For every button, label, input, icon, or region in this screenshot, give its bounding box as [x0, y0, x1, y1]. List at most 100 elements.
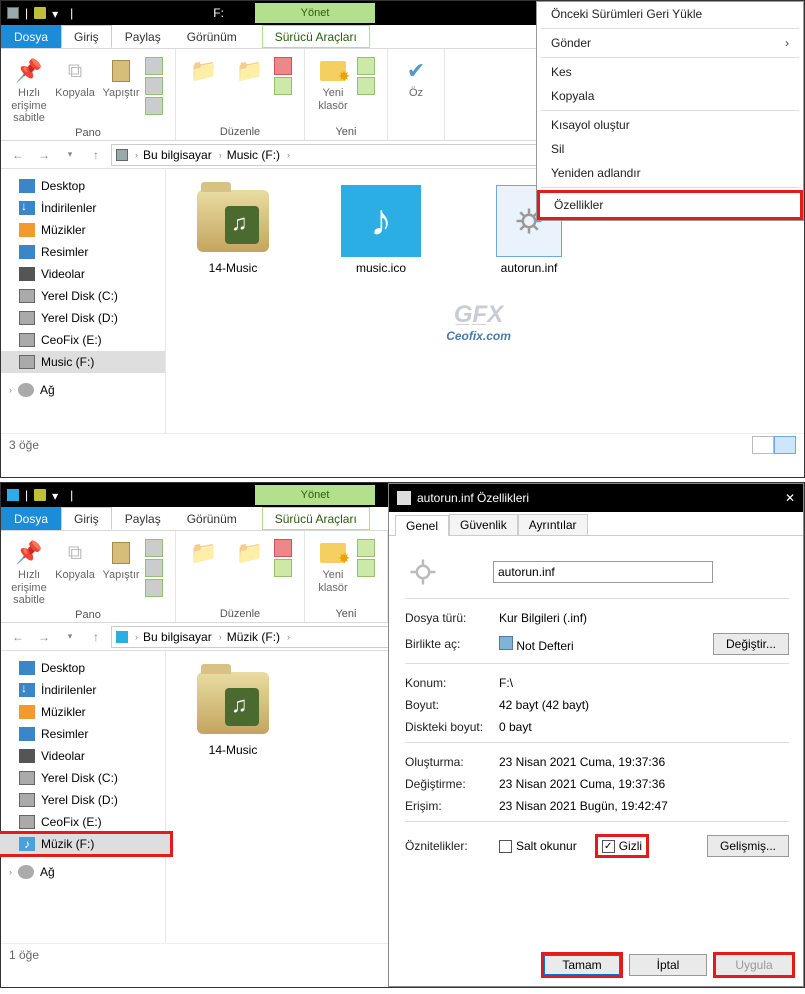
ctx-copy[interactable]: Kopyala: [537, 84, 803, 108]
tab-drive-tools[interactable]: Sürücü Araçları: [262, 507, 370, 530]
history-dropdown[interactable]: ▾: [59, 626, 81, 648]
file-folder-music[interactable]: 14-Music: [178, 185, 288, 275]
mini-icon-1[interactable]: [145, 57, 163, 75]
tab-home[interactable]: Giriş: [61, 507, 112, 530]
up-button[interactable]: ↑: [85, 144, 107, 166]
tab-drive-tools[interactable]: Sürücü Araçları: [262, 25, 370, 48]
copyto-button[interactable]: 📁: [228, 535, 272, 606]
delete-icon[interactable]: [274, 539, 292, 557]
close-button[interactable]: ✕: [785, 491, 795, 505]
checkbox-readonly[interactable]: [499, 840, 512, 853]
manage-tab-header[interactable]: Yönet: [255, 3, 375, 23]
tree-downloads[interactable]: ↓İndirilenler: [1, 197, 165, 219]
tree-music[interactable]: Müzikler: [1, 219, 165, 241]
checkbox-hidden[interactable]: ✓: [602, 840, 615, 853]
pin-button[interactable]: 📌Hızlı erişime sabitle: [7, 535, 51, 607]
rename-icon[interactable]: [274, 559, 292, 577]
tree-music[interactable]: Müzikler: [1, 701, 165, 723]
breadcrumb-drive[interactable]: Müzik (F:): [227, 630, 280, 644]
mini-icon-3[interactable]: [145, 97, 163, 115]
details-view-button[interactable]: [752, 436, 774, 454]
mini-icon[interactable]: [145, 559, 163, 577]
moveto-button[interactable]: 📁: [182, 53, 226, 124]
mini-icon-2[interactable]: [145, 77, 163, 95]
moveto-button[interactable]: 📁: [182, 535, 226, 606]
ctx-send-to[interactable]: Gönder›: [537, 31, 803, 55]
tree-disk-d[interactable]: Yerel Disk (D:): [1, 307, 165, 329]
tree-music-f[interactable]: Music (F:): [1, 351, 165, 373]
tree-disk-c[interactable]: Yerel Disk (C:): [1, 285, 165, 307]
copy-button[interactable]: ⧉Kopyala: [53, 535, 97, 607]
copy-button[interactable]: ⧉ Kopyala: [53, 53, 97, 125]
dropdown-icon[interactable]: ▾: [52, 489, 64, 501]
breadcrumb-this-pc[interactable]: Bu bilgisayar: [143, 630, 212, 644]
tree-pictures[interactable]: Resimler: [1, 241, 165, 263]
ctx-cut[interactable]: Kes: [537, 60, 803, 84]
breadcrumb-drive[interactable]: Music (F:): [227, 148, 280, 162]
rename-icon[interactable]: [274, 77, 292, 95]
file-folder-music[interactable]: 14-Music: [178, 667, 288, 757]
back-button[interactable]: ←: [7, 144, 29, 166]
tree-network[interactable]: ›Ağ: [1, 379, 165, 401]
tab-home[interactable]: Giriş: [61, 25, 112, 48]
ctx-restore-versions[interactable]: Önceki Sürümleri Geri Yükle: [537, 2, 803, 26]
back-button[interactable]: ←: [7, 626, 29, 648]
history-dropdown[interactable]: ▾: [59, 144, 81, 166]
tree-desktop[interactable]: Desktop: [1, 657, 165, 679]
properties-button[interactable]: ✔ Öz: [394, 53, 438, 138]
tab-view[interactable]: Görünüm: [174, 507, 250, 530]
chevron-icon[interactable]: ›: [214, 150, 225, 160]
breadcrumb-this-pc[interactable]: Bu bilgisayar: [143, 148, 212, 162]
tab-file[interactable]: Dosya: [1, 25, 61, 48]
tab-share[interactable]: Paylaş: [112, 25, 174, 48]
new-folder-button[interactable]: ✸ Yeni klasör: [311, 53, 355, 124]
expand-icon[interactable]: ›: [9, 385, 12, 395]
up-button[interactable]: ↑: [85, 626, 107, 648]
tree-disk-d[interactable]: Yerel Disk (D:): [1, 789, 165, 811]
chevron-icon[interactable]: ›: [130, 150, 141, 160]
tree-ceofix-e[interactable]: CeoFix (E:): [1, 811, 165, 833]
manage-tab-header[interactable]: Yönet: [255, 485, 375, 505]
dropdown-icon[interactable]: ▾: [52, 7, 64, 19]
expand-icon[interactable]: ›: [9, 867, 12, 877]
copyto-button[interactable]: 📁: [228, 53, 272, 124]
ctx-delete[interactable]: Sil: [537, 137, 803, 161]
tree-videos[interactable]: Videolar: [1, 263, 165, 285]
tab-details[interactable]: Ayrıntılar: [518, 514, 588, 535]
tab-share[interactable]: Paylaş: [112, 507, 174, 530]
delete-icon[interactable]: [274, 57, 292, 75]
paste-button[interactable]: Yapıştır: [99, 53, 143, 125]
easy-access-icon[interactable]: [357, 559, 375, 577]
tree-pictures[interactable]: Resimler: [1, 723, 165, 745]
chevron-icon[interactable]: ›: [282, 150, 293, 160]
ctx-properties[interactable]: Özellikler: [537, 190, 803, 220]
new-folder-button[interactable]: ✸Yeni klasör: [311, 535, 355, 606]
apply-button[interactable]: Uygula: [715, 954, 793, 976]
tree-videos[interactable]: Videolar: [1, 745, 165, 767]
tree-ceofix-e[interactable]: CeoFix (E:): [1, 329, 165, 351]
tab-view[interactable]: Görünüm: [174, 25, 250, 48]
icons-view-button[interactable]: [774, 436, 796, 454]
filename-input[interactable]: [493, 561, 713, 583]
chevron-icon[interactable]: ›: [282, 632, 293, 642]
ok-button[interactable]: Tamam: [543, 954, 621, 976]
forward-button[interactable]: →: [33, 626, 55, 648]
ctx-shortcut[interactable]: Kısayol oluştur: [537, 113, 803, 137]
easy-access-icon[interactable]: [357, 77, 375, 95]
forward-button[interactable]: →: [33, 144, 55, 166]
new-item-icon[interactable]: [357, 539, 375, 557]
tab-general[interactable]: Genel: [395, 515, 449, 536]
tree-music-f-highlighted[interactable]: ♪Müzik (F:): [0, 833, 171, 855]
advanced-button[interactable]: Gelişmiş...: [707, 835, 789, 857]
tree-network[interactable]: ›Ağ: [1, 861, 165, 883]
cancel-button[interactable]: İptal: [629, 954, 707, 976]
new-item-icon[interactable]: [357, 57, 375, 75]
tab-security[interactable]: Güvenlik: [449, 514, 518, 535]
pin-button[interactable]: 📌 Hızlı erişime sabitle: [7, 53, 51, 125]
ctx-rename[interactable]: Yeniden adlandır: [537, 161, 803, 185]
paste-button[interactable]: Yapıştır: [99, 535, 143, 607]
mini-icon[interactable]: [145, 579, 163, 597]
chevron-icon[interactable]: ›: [214, 632, 225, 642]
tab-file[interactable]: Dosya: [1, 507, 61, 530]
tree-downloads[interactable]: ↓İndirilenler: [1, 679, 165, 701]
